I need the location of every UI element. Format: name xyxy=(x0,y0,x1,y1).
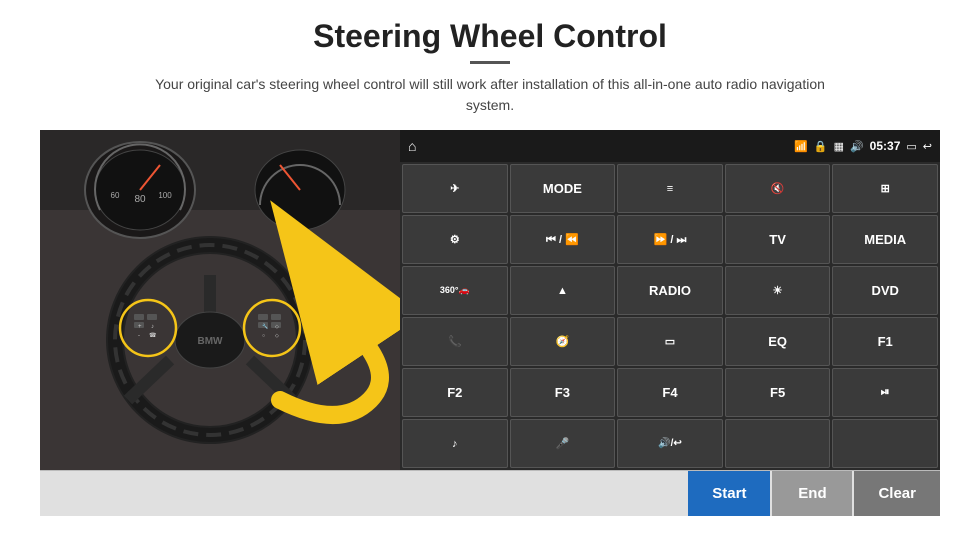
f4-label: F4 xyxy=(662,385,677,400)
car-image: 80 60 100 xyxy=(40,130,400,470)
list-icon: ≡ xyxy=(667,183,673,195)
end-button[interactable]: End xyxy=(772,471,852,516)
radio-label: RADIO xyxy=(649,283,691,298)
btn-prev[interactable]: ⏮ / ⏪ xyxy=(510,215,616,264)
btn-eq[interactable]: EQ xyxy=(725,317,831,366)
svg-text:100: 100 xyxy=(158,191,172,200)
btn-f2[interactable]: F2 xyxy=(402,368,508,417)
btn-f3[interactable]: F3 xyxy=(510,368,616,417)
control-panel: ⌂ 📶 🔒 ▦ 🔊 05:37 ▭ ↩ ✈ MODE ≡ 🔇 xyxy=(400,130,940,470)
playpause-icon: ⏯ xyxy=(881,386,890,399)
btn-f1[interactable]: F1 xyxy=(832,317,938,366)
f2-label: F2 xyxy=(447,385,462,400)
home-icon: ⌂ xyxy=(408,138,416,154)
page-container: Steering Wheel Control Your original car… xyxy=(0,0,980,544)
btn-f4[interactable]: F4 xyxy=(617,368,723,417)
page-title: Steering Wheel Control xyxy=(313,18,667,55)
btn-f5[interactable]: F5 xyxy=(725,368,831,417)
btn-nav[interactable]: ✈ xyxy=(402,164,508,213)
btn-next[interactable]: ⏩ / ⏭ xyxy=(617,215,723,264)
btn-mic[interactable]: 🎤 xyxy=(510,419,616,468)
svg-text:60: 60 xyxy=(111,191,120,200)
svg-text:◇: ◇ xyxy=(275,333,279,339)
svg-text:♪: ♪ xyxy=(151,324,154,330)
svg-text:🔧: 🔧 xyxy=(262,323,268,330)
btn-list[interactable]: ≡ xyxy=(617,164,723,213)
content-row: 80 60 100 xyxy=(40,130,940,470)
lock-icon: 🔒 xyxy=(814,140,828,153)
btn-radio[interactable]: RADIO xyxy=(617,266,723,315)
screen-icon: ▭ xyxy=(906,140,916,153)
page-subtitle: Your original car's steering wheel contr… xyxy=(140,74,840,116)
btn-empty2 xyxy=(832,419,938,468)
btn-mute[interactable]: 🔇 xyxy=(725,164,831,213)
btn-360[interactable]: 360°🚗 xyxy=(402,266,508,315)
status-time: 05:37 xyxy=(870,139,901,153)
mic-icon: 🎤 xyxy=(556,437,570,450)
nav-icon: ✈ xyxy=(450,182,459,195)
btn-tv[interactable]: TV xyxy=(725,215,831,264)
dvd-label: DVD xyxy=(871,283,898,298)
tv-label: TV xyxy=(769,232,786,247)
btn-media[interactable]: MEDIA xyxy=(832,215,938,264)
panel-grid: ✈ MODE ≡ 🔇 ⊞ ⚙ ⏮ / ⏪ ⏩ / ⏭ TV MEDIA 360°… xyxy=(400,162,940,470)
title-underline xyxy=(470,61,510,64)
music-icon: ♪ xyxy=(452,438,458,450)
mute-icon: 🔇 xyxy=(771,182,785,195)
svg-text:+: + xyxy=(138,324,142,330)
eject-icon: ▲ xyxy=(557,285,568,297)
start-button[interactable]: Start xyxy=(688,471,770,516)
f1-label: F1 xyxy=(878,334,893,349)
f5-label: F5 xyxy=(770,385,785,400)
media-label: MEDIA xyxy=(864,232,906,247)
next-icon: ⏩ / ⏭ xyxy=(654,233,687,247)
panel-statusbar: ⌂ 📶 🔒 ▦ 🔊 05:37 ▭ ↩ xyxy=(400,130,940,162)
btn-settings[interactable]: ⚙ xyxy=(402,215,508,264)
back-icon: ↩ xyxy=(923,140,932,153)
audio-icon: 🔊 xyxy=(850,140,864,153)
btn-playpause[interactable]: ⏯ xyxy=(832,368,938,417)
svg-text:◇: ◇ xyxy=(275,324,279,330)
mode-label: MODE xyxy=(543,181,582,196)
prev-icon: ⏮ / ⏪ xyxy=(546,233,579,247)
clear-button[interactable]: Clear xyxy=(854,471,940,516)
screen-btn-icon: ▭ xyxy=(665,335,675,348)
btn-dvd[interactable]: DVD xyxy=(832,266,938,315)
svg-text:○: ○ xyxy=(262,333,265,339)
svg-text:-: - xyxy=(138,333,140,339)
navi-icon: 🧭 xyxy=(556,335,570,348)
btn-eject[interactable]: ▲ xyxy=(510,266,616,315)
btn-brightness[interactable]: ☀ xyxy=(725,266,831,315)
btn-screen[interactable]: ▭ xyxy=(617,317,723,366)
settings-icon: ⚙ xyxy=(450,233,460,246)
btn-apps[interactable]: ⊞ xyxy=(832,164,938,213)
bottom-bar: Start End Clear xyxy=(40,470,940,516)
btn-mode[interactable]: MODE xyxy=(510,164,616,213)
btn-empty1 xyxy=(725,419,831,468)
svg-text:BMW: BMW xyxy=(198,336,224,347)
phone-icon: 📞 xyxy=(448,335,462,348)
360-icon: 360°🚗 xyxy=(440,285,470,296)
btn-phone[interactable]: 📞 xyxy=(402,317,508,366)
btn-navi[interactable]: 🧭 xyxy=(510,317,616,366)
apps-icon: ⊞ xyxy=(881,182,890,195)
btn-vol-phone[interactable]: 🔊/↩ xyxy=(617,419,723,468)
svg-text:☎: ☎ xyxy=(149,332,157,339)
svg-text:80: 80 xyxy=(134,194,146,205)
status-right: 📶 🔒 ▦ 🔊 05:37 ▭ ↩ xyxy=(794,139,932,153)
wifi-icon: 📶 xyxy=(794,140,808,153)
f3-label: F3 xyxy=(555,385,570,400)
brightness-icon: ☀ xyxy=(773,284,783,297)
sim-icon: ▦ xyxy=(834,140,844,153)
eq-label: EQ xyxy=(768,334,787,349)
btn-music[interactable]: ♪ xyxy=(402,419,508,468)
status-left: ⌂ xyxy=(408,138,416,154)
vol-phone-icon: 🔊/↩ xyxy=(658,438,682,449)
